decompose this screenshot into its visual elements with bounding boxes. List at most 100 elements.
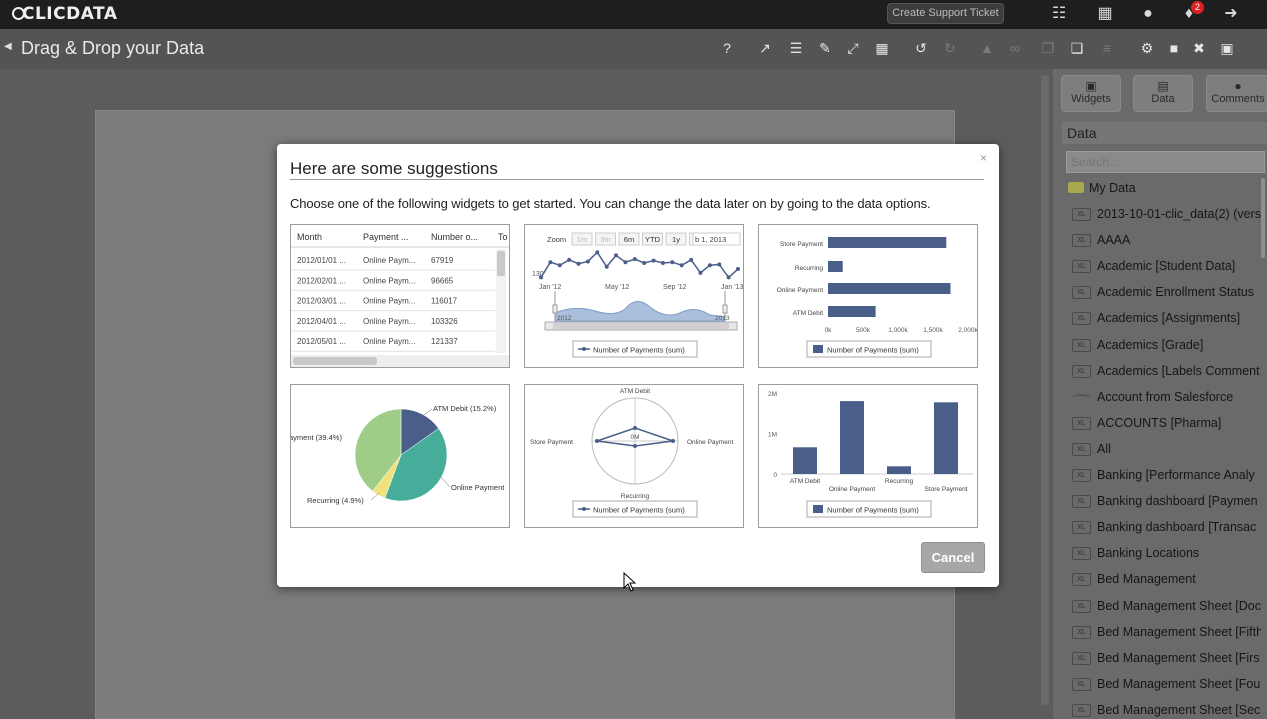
table-cell: 2012/05/01 ... <box>297 337 346 346</box>
bar <box>887 466 911 474</box>
sitemap-icon[interactable]: ☷ <box>1048 4 1070 24</box>
tree-dataset-item[interactable]: XL Academic [Student Data] <box>1066 256 1261 282</box>
tree-dataset-item[interactable]: XL Banking [Performance Analy <box>1066 465 1261 491</box>
dialog-title: Here are some suggestions <box>290 159 498 178</box>
cloud-connector-icon <box>1072 393 1091 402</box>
range-button-label: 1y <box>672 235 680 244</box>
redo-icon[interactable]: ↻ <box>941 38 959 58</box>
tree-dataset-item[interactable]: XL Banking Locations <box>1066 543 1261 569</box>
unlink-icon[interactable]: ∞ <box>1006 38 1024 58</box>
tree-dataset-item[interactable]: XL Academics [Labels Comment <box>1066 361 1261 387</box>
fullscreen-icon[interactable]: ⤢ <box>844 38 862 58</box>
widget-horizontal-bar-chart[interactable]: Store Payment Recurring Online Payment ATM … <box>758 224 978 368</box>
user-icon[interactable]: ● <box>1137 4 1159 24</box>
bar <box>828 283 951 294</box>
gear-icon[interactable]: ⚙ <box>1138 38 1156 58</box>
tree-folder-my-data[interactable]: My Data <box>1066 178 1261 204</box>
navigator-label: 2012 <box>557 315 572 322</box>
range-button-label: 3m <box>600 235 610 244</box>
bar <box>934 402 958 474</box>
tree-dataset-item[interactable]: XL Bed Management Sheet [Sec <box>1066 700 1261 719</box>
save-icon[interactable]: ▣ <box>1218 38 1236 58</box>
tree-scrollbar[interactable] <box>1261 178 1265 258</box>
data-point <box>679 263 684 268</box>
widget-pie-chart[interactable]: ATM Debit (15.2%) Online Payment Recurring… <box>290 384 510 528</box>
canvas-scrollbar[interactable] <box>1041 75 1049 705</box>
table-cell: 116017 <box>431 297 458 306</box>
excel-file-icon: XL <box>1072 260 1091 274</box>
x-tick-label: Sep '12 <box>663 284 687 291</box>
page-title: Drag & Drop your Data <box>21 38 205 58</box>
legend-marker <box>813 345 823 353</box>
tree-dataset-item[interactable]: XL All <box>1066 439 1261 465</box>
create-support-ticket-button[interactable]: Create Support Ticket <box>887 3 1004 24</box>
undo-icon[interactable]: ↺ <box>912 38 930 58</box>
table-column-header: Payment ... <box>363 232 409 242</box>
pencil-icon[interactable]: ✎ <box>816 38 834 58</box>
tab-data[interactable]: ▤ Data <box>1133 75 1193 112</box>
navigator-area <box>554 301 726 322</box>
tree-dataset-item[interactable]: XL ACCOUNTS [Pharma] <box>1066 413 1261 439</box>
paste-icon[interactable]: ❏ <box>1068 38 1086 58</box>
tree-dataset-item[interactable]: XL Banking dashboard [Transac <box>1066 517 1261 543</box>
tree-dataset-item[interactable]: XL Banking dashboard [Paymen <box>1066 491 1261 517</box>
list-icon[interactable]: ☰ <box>787 38 805 58</box>
close-icon[interactable]: ✖ <box>1190 38 1208 58</box>
x-tick-label: May '12 <box>605 284 629 291</box>
bar <box>840 401 864 474</box>
data-point <box>660 260 665 265</box>
excel-file-icon: XL <box>1072 208 1091 222</box>
table-cell: 103326 <box>431 317 458 326</box>
tree-dataset-item[interactable]: XL Bed Management Sheet [Doc <box>1066 596 1261 622</box>
excel-file-icon: XL <box>1072 625 1091 639</box>
legend-label: Number of Payments (sum) <box>593 346 685 355</box>
widget-table[interactable]: Month Payment ... Number o... To 2012/01/01 … <box>290 224 510 368</box>
data-point <box>717 262 722 267</box>
label-leader <box>420 408 433 418</box>
widget-radar-chart[interactable]: 0M ATM Debit Online Payment Recurring Store … <box>524 384 744 528</box>
axis-label: ATM Debit <box>620 388 650 395</box>
axis-label: Online Payment <box>687 439 733 446</box>
table-cell: Online Paym... <box>363 276 415 285</box>
grid-icon[interactable]: ▦ <box>873 38 891 58</box>
tree-dataset-item[interactable]: XL Academic Enrollment Status <box>1066 282 1261 308</box>
tree-dataset-item[interactable]: XL Bed Management <box>1066 569 1261 595</box>
align-icon[interactable]: ≡ <box>1098 38 1116 58</box>
tree-dataset-item[interactable]: XL Academics [Grade] <box>1066 335 1261 361</box>
data-search-input[interactable] <box>1066 151 1265 173</box>
tree-dataset-item[interactable]: XL Bed Management Sheet [Fou <box>1066 674 1261 700</box>
lock-icon[interactable]: ■ <box>1165 38 1183 58</box>
x-tick-label: 500k <box>856 327 871 334</box>
tree-dataset-item[interactable]: XL Academics [Assignments] <box>1066 308 1261 334</box>
tab-comments[interactable]: ● Comments <box>1206 75 1267 112</box>
slice-label: ATM Debit (15.2%) <box>433 404 497 413</box>
tree-dataset-item[interactable]: XL Bed Management Sheet [Firs <box>1066 648 1261 674</box>
bar <box>828 237 947 248</box>
help-icon[interactable]: ? <box>718 38 736 58</box>
delete-icon[interactable]: ▲ <box>978 38 996 58</box>
share-icon[interactable]: ↗ <box>756 38 774 58</box>
table-cell: Online Paym... <box>363 297 415 306</box>
category-label: Online Payment <box>829 486 875 493</box>
tree-dataset-item[interactable]: Account from Salesforce <box>1066 387 1261 413</box>
logout-icon[interactable]: ➜ <box>1220 4 1242 24</box>
widget-line-chart[interactable]: Zoom1m3m6mYTD1yAllb 1, 2013130Jan '12May… <box>524 224 744 368</box>
cancel-button[interactable]: Cancel <box>921 542 985 573</box>
excel-file-icon: XL <box>1072 547 1091 561</box>
tree-dataset-item[interactable]: XL 2013-10-01-clic_data(2) (version <box>1066 204 1261 230</box>
legend-label: Number of Payments (sum) <box>827 346 919 355</box>
widget-column-chart[interactable]: 0 1M 2M ATM Debit Online Payment Recurring Sto… <box>758 384 978 528</box>
close-icon[interactable]: × <box>980 151 987 165</box>
tree-dataset-item[interactable]: XL AAAA <box>1066 230 1261 256</box>
pie-chart-preview: ATM Debit (15.2%) Online Payment Recurring… <box>291 404 505 505</box>
copy-icon[interactable]: ❐ <box>1039 38 1057 58</box>
tab-widgets[interactable]: ▣ Widgets <box>1061 75 1121 112</box>
excel-file-icon: XL <box>1072 312 1091 326</box>
excel-file-icon: XL <box>1072 573 1091 587</box>
clicdata-logo[interactable]: CLICDATA <box>12 4 118 24</box>
back-arrow-icon[interactable]: ◀ <box>4 41 12 52</box>
x-tick-label: 1,000k <box>888 327 908 334</box>
tree-dataset-item[interactable]: XL Bed Management Sheet [Fifth <box>1066 622 1261 648</box>
center-label: 0M <box>630 434 639 441</box>
bar-chart-icon[interactable]: ▦ <box>1094 4 1116 24</box>
